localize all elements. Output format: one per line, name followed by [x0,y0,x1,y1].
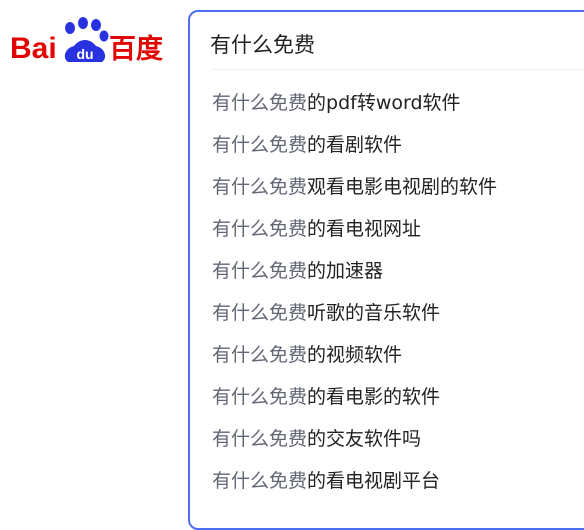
suggestion-suffix: 的加速器 [307,260,384,282]
suggestion-item[interactable]: 有什么免费的看电视剧平台 [212,466,497,508]
suggestion-item[interactable]: 有什么免费的pdf转word软件 [212,88,497,130]
suggestion-prefix: 有什么免费 [212,302,308,324]
suggestion-prefix: 有什么免费 [212,428,308,450]
suggestion-prefix: 有什么免费 [212,92,308,114]
logo-text-bai: Bai [10,32,57,64]
baidu-logo-graphic: Bai du 百度 [10,17,163,64]
suggestion-suffix: 的交友软件吗 [307,428,422,450]
suggestion-suffix: 听歌的音乐软件 [307,302,441,324]
logo-text-du: du [76,46,93,62]
suggestion-suffix: 观看电影电视剧的软件 [307,176,498,198]
suggestion-prefix: 有什么免费 [212,386,308,408]
suggestion-suffix: 的看电视剧平台 [307,470,441,492]
suggestion-prefix: 有什么免费 [212,176,308,198]
suggestion-prefix: 有什么免费 [212,260,308,282]
suggestion-prefix: 有什么免费 [212,134,308,156]
suggestion-item[interactable]: 有什么免费的看剧软件 [212,130,497,172]
suggestion-prefix: 有什么免费 [212,218,308,240]
suggestion-suffix: 的视频软件 [307,344,403,366]
search-input[interactable] [210,26,570,62]
suggestion-item[interactable]: 有什么免费的加速器 [212,256,497,298]
suggestion-list: 有什么免费的pdf转word软件 有什么免费的看剧软件 有什么免费观看电影电视剧… [212,88,497,508]
baidu-logo[interactable]: Bai du 百度 [10,14,170,64]
suggestion-item[interactable]: 有什么免费的看电视网址 [212,214,497,256]
logo-text-chinese: 百度 [109,33,163,64]
suggestion-prefix: 有什么免费 [212,470,308,492]
suggestion-suffix: 的pdf转word软件 [307,92,461,114]
suggestion-item[interactable]: 有什么免费的看电影的软件 [212,382,497,424]
suggestions-divider [212,69,584,70]
suggestion-suffix: 的看电视网址 [307,218,422,240]
suggestion-item[interactable]: 有什么免费的视频软件 [212,340,497,382]
suggestion-item[interactable]: 有什么免费的交友软件吗 [212,424,497,466]
suggestion-suffix: 的看剧软件 [307,134,403,156]
suggestion-item[interactable]: 有什么免费听歌的音乐软件 [212,298,497,340]
suggestion-prefix: 有什么免费 [212,344,308,366]
suggestion-suffix: 的看电影的软件 [307,386,441,408]
search-box: 有什么免费的pdf转word软件 有什么免费的看剧软件 有什么免费观看电影电视剧… [188,10,584,530]
suggestion-item[interactable]: 有什么免费观看电影电视剧的软件 [212,172,497,214]
